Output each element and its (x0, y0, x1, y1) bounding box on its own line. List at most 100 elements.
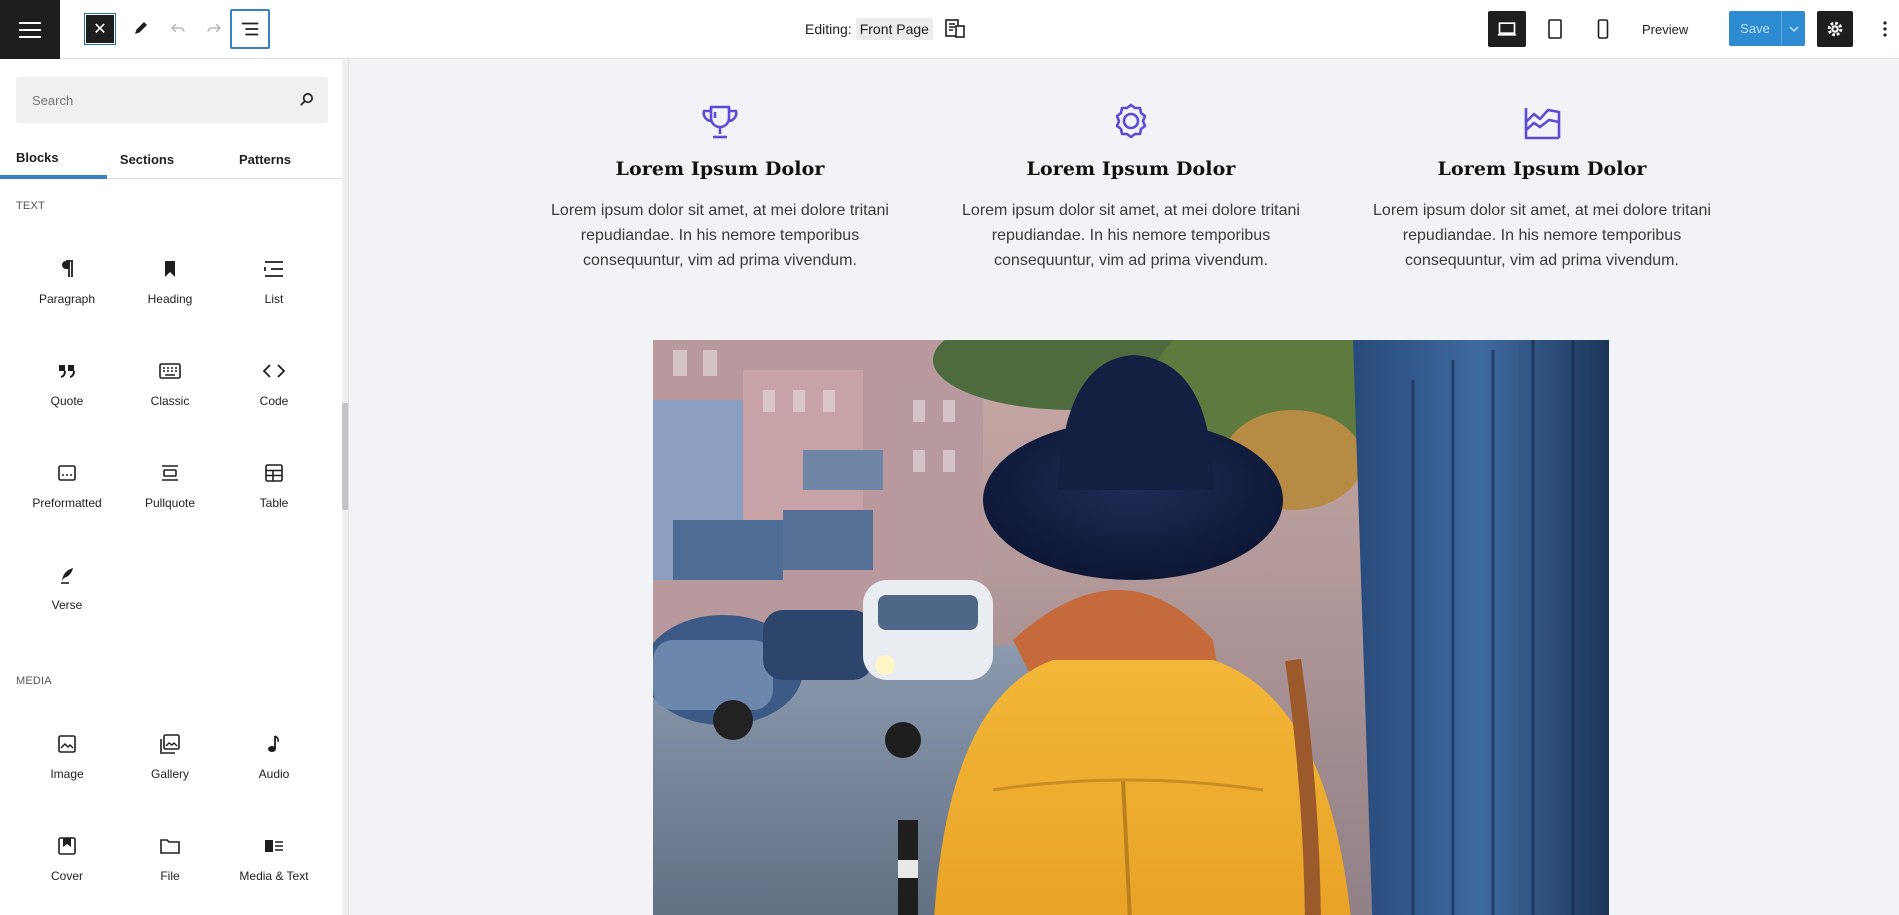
inserter-tabs: Blocks Sections Patterns (0, 139, 342, 179)
tablet-icon (1548, 19, 1562, 39)
block-inserter-panel: Blocks Sections Patterns TEXT Paragraph … (0, 59, 342, 915)
undo-icon (171, 23, 185, 33)
file-icon (160, 831, 180, 861)
list-icon (264, 254, 284, 284)
document-title[interactable]: Front Page (855, 18, 933, 40)
redo-icon (207, 23, 221, 33)
feature-column-3[interactable]: Lorem Ipsum Dolor Lorem ipsum dolor sit … (1362, 100, 1722, 273)
tab-sections[interactable]: Sections (107, 139, 187, 179)
close-icon: ✕ (93, 21, 107, 38)
preformatted-icon (58, 458, 76, 488)
tab-blocks[interactable]: Blocks (0, 139, 107, 179)
block-label: Quote (50, 394, 84, 408)
block-label: Gallery (150, 767, 189, 781)
block-label: Verse (51, 598, 83, 612)
undo-button[interactable] (164, 12, 192, 44)
photo-woman-hat-street (653, 340, 1609, 915)
media-text-icon (264, 831, 284, 861)
block-table[interactable]: Table (224, 443, 324, 523)
code-icon (263, 356, 285, 386)
award-ribbon-icon (951, 100, 1311, 144)
block-label: Classic (150, 394, 190, 408)
block-gallery[interactable]: Gallery (120, 714, 220, 794)
heading-icon (163, 254, 177, 284)
template-icon[interactable] (943, 17, 967, 41)
menu-button[interactable] (0, 0, 60, 59)
featured-photo[interactable] (653, 340, 1609, 915)
block-media-text[interactable]: Media & Text (224, 816, 324, 896)
save-options-button[interactable] (1781, 11, 1805, 46)
block-file[interactable]: File (120, 816, 220, 896)
block-heading[interactable]: Heading (120, 239, 220, 319)
list-view-icon (241, 22, 259, 36)
feature-title[interactable]: Lorem Ipsum Dolor (951, 158, 1311, 180)
verse-icon (59, 560, 75, 590)
editor-canvas[interactable]: Lorem Ipsum Dolor Lorem ipsum dolor sit … (349, 59, 1899, 915)
block-label: Heading (147, 292, 193, 306)
block-pullquote[interactable]: Pullquote (120, 443, 220, 523)
chevron-down-icon (1788, 25, 1799, 32)
category-label-media: MEDIA (16, 675, 52, 687)
desktop-preview-button[interactable] (1488, 11, 1526, 47)
block-paragraph[interactable]: Paragraph (17, 239, 117, 319)
block-list[interactable]: List (224, 239, 324, 319)
block-label: File (160, 869, 180, 883)
block-label: Audio (258, 767, 290, 781)
block-label: Preformatted (32, 496, 102, 510)
tablet-preview-button[interactable] (1537, 11, 1573, 47)
search-input[interactable] (16, 77, 286, 123)
editing-label: Editing: (805, 21, 852, 37)
block-label: Paragraph (38, 292, 96, 306)
redo-button[interactable] (200, 12, 228, 44)
mobile-preview-button[interactable] (1585, 11, 1621, 47)
feature-text[interactable]: Lorem ipsum dolor sit amet, at mei dolor… (1362, 198, 1722, 273)
tab-patterns[interactable]: Patterns (215, 139, 315, 179)
document-bar[interactable]: Editing: Front Page (805, 17, 967, 41)
block-quote[interactable]: Quote (17, 341, 117, 421)
area-chart-icon (1362, 100, 1722, 144)
block-label: Pullquote (144, 496, 196, 510)
save-button-group: Save (1729, 11, 1805, 46)
block-preformatted[interactable]: Preformatted (17, 443, 117, 523)
block-classic[interactable]: Classic (120, 341, 220, 421)
pen-icon (135, 22, 147, 34)
block-verse[interactable]: Verse (17, 545, 117, 625)
feature-title[interactable]: Lorem Ipsum Dolor (540, 158, 900, 180)
save-button[interactable]: Save (1729, 11, 1781, 46)
block-label: Media & Text (239, 869, 309, 883)
tools-button[interactable] (127, 12, 155, 44)
category-label-text: TEXT (16, 200, 45, 212)
block-label: Code (259, 394, 289, 408)
trophy-icon (540, 100, 900, 144)
block-label: Image (50, 767, 84, 781)
close-inserter-button[interactable]: ✕ (84, 13, 116, 45)
block-code[interactable]: Code (224, 341, 324, 421)
paragraph-icon (58, 254, 76, 284)
cover-icon (58, 831, 76, 861)
block-image[interactable]: Image (17, 714, 117, 794)
mobile-icon (1597, 19, 1609, 39)
preview-button[interactable]: Preview (1634, 15, 1696, 43)
feature-column-1[interactable]: Lorem Ipsum Dolor Lorem ipsum dolor sit … (540, 100, 900, 273)
hamburger-icon (19, 21, 41, 38)
settings-button[interactable] (1817, 11, 1853, 47)
table-icon (265, 458, 283, 488)
more-vertical-icon (1883, 21, 1887, 37)
image-icon (58, 729, 76, 759)
search-icon[interactable] (299, 92, 314, 107)
block-label: Cover (50, 869, 83, 883)
gear-icon (1827, 21, 1843, 37)
block-cover[interactable]: Cover (17, 816, 117, 896)
document-overview-button[interactable] (230, 9, 270, 49)
audio-icon (267, 729, 281, 759)
feature-text[interactable]: Lorem ipsum dolor sit amet, at mei dolor… (540, 198, 900, 273)
feature-title[interactable]: Lorem Ipsum Dolor (1362, 158, 1722, 180)
feature-text[interactable]: Lorem ipsum dolor sit amet, at mei dolor… (951, 198, 1311, 273)
block-audio[interactable]: Audio (224, 714, 324, 794)
feature-column-2[interactable]: Lorem Ipsum Dolor Lorem ipsum dolor sit … (951, 100, 1311, 273)
more-options-button[interactable] (1876, 14, 1894, 44)
search-box (16, 77, 328, 123)
editor-top-bar: ✕ Editing: Front Page Preview Save (0, 0, 1899, 59)
pullquote-icon (161, 458, 179, 488)
gallery-icon (160, 729, 180, 759)
